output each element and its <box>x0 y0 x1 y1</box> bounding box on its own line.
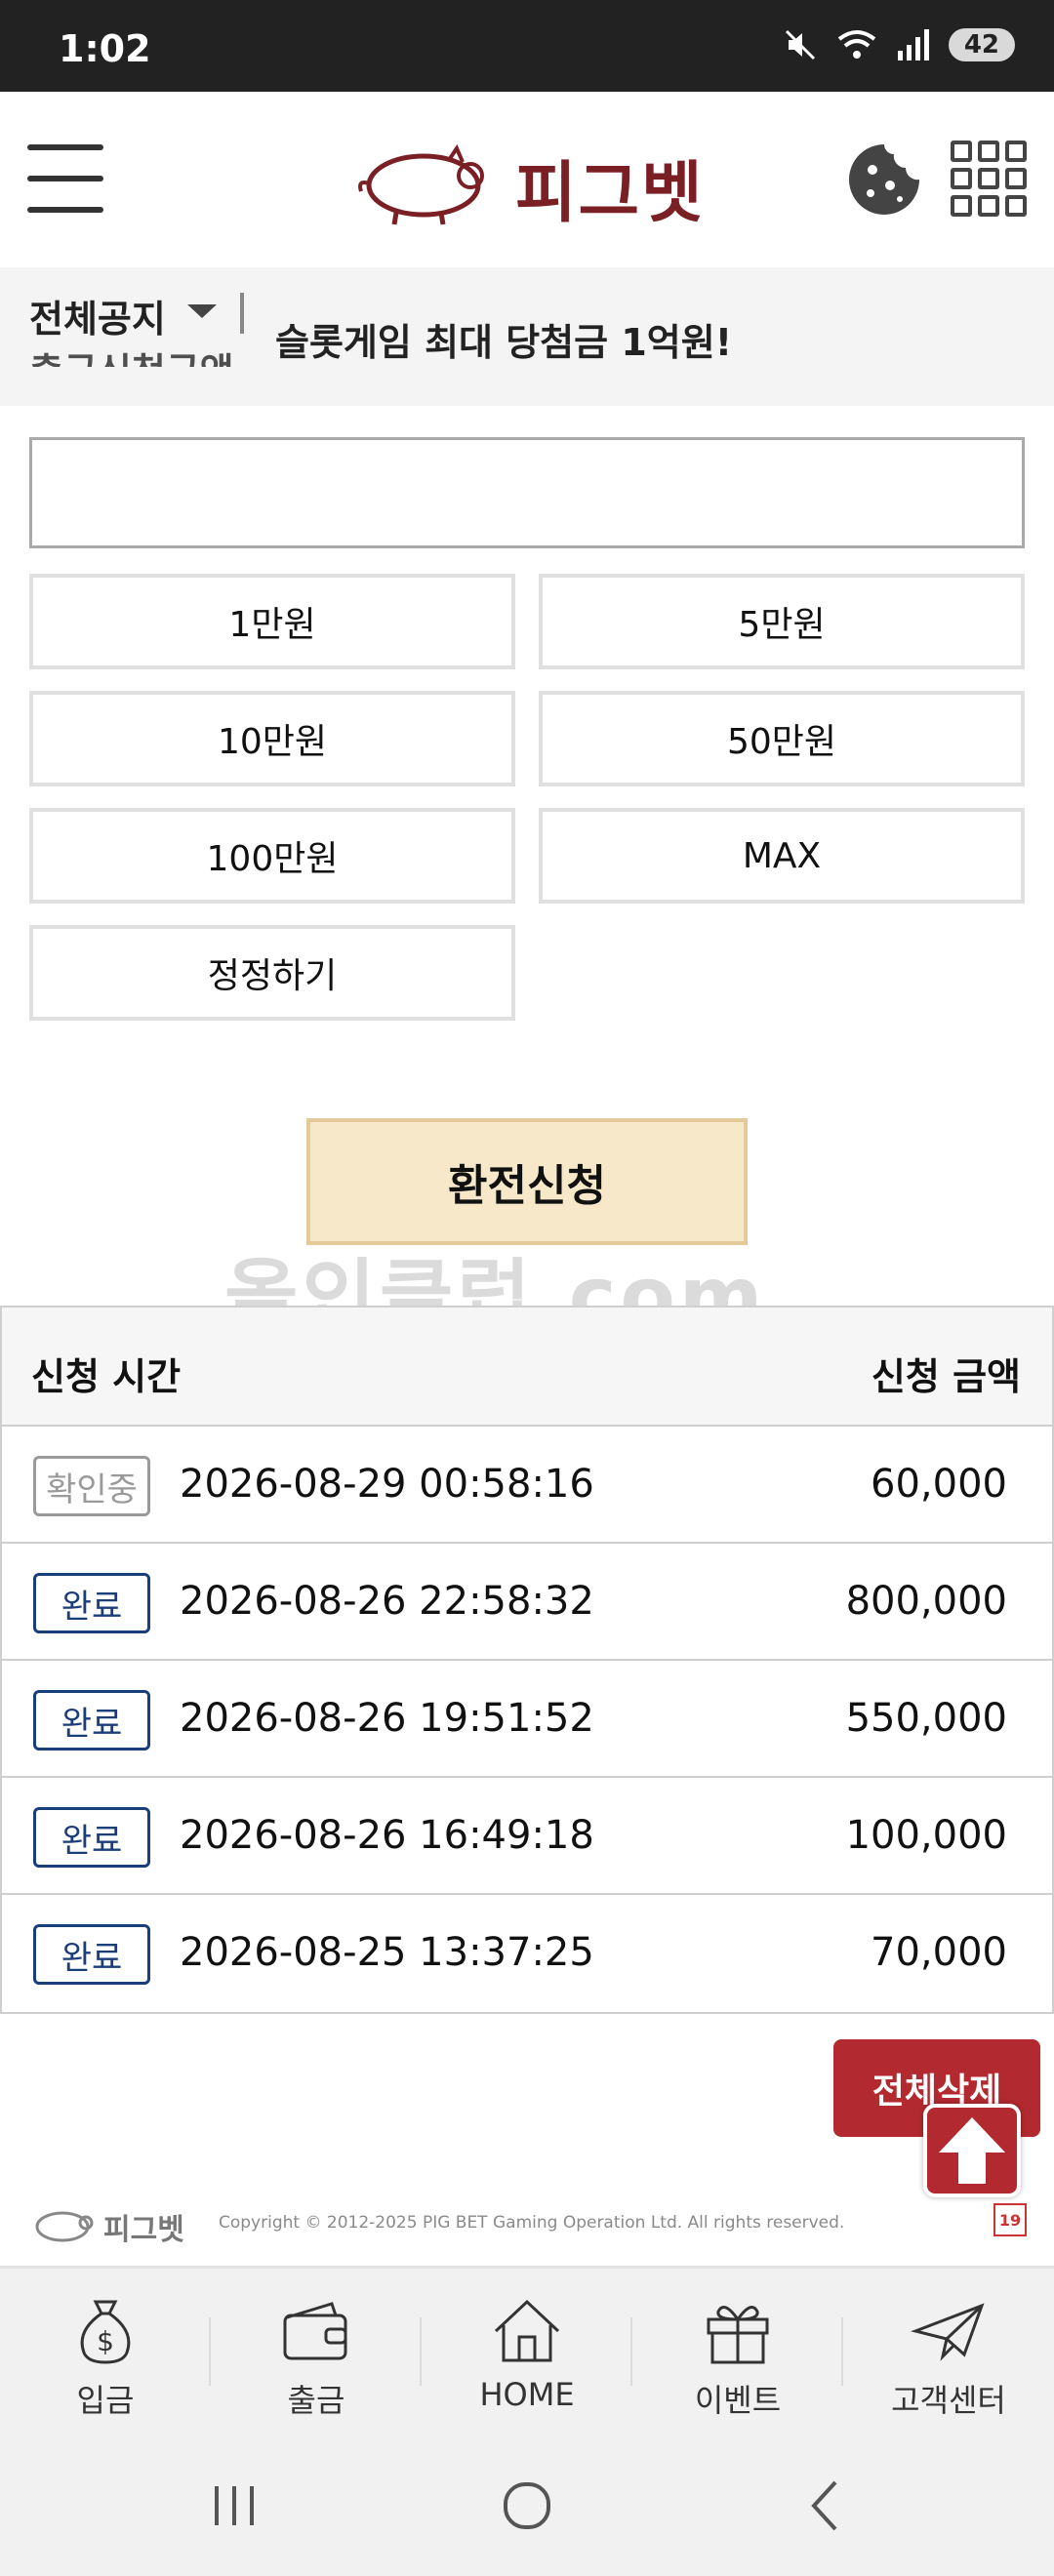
table-row: 확인중 2026-08-29 00:58:16 60,000 <box>2 1427 1052 1544</box>
apps-grid-icon[interactable] <box>951 141 1027 217</box>
site-logo[interactable]: 피그벳 <box>347 131 709 232</box>
header-request-time: 신청 시간 <box>31 1355 182 1398</box>
status-badge: 완료 <box>33 1573 150 1633</box>
table-row: 완료 2026-08-26 19:51:52 550,000 <box>2 1661 1052 1778</box>
nav-home[interactable]: HOME <box>422 2269 632 2435</box>
arrow-up-icon <box>939 2117 1005 2184</box>
wifi-icon <box>837 30 876 59</box>
pig-footer-icon <box>35 2211 94 2242</box>
row-datetime: 2026-08-25 13:37:25 <box>180 1930 594 1975</box>
recent-apps-icon[interactable] <box>205 2476 264 2535</box>
gift-icon <box>707 2306 769 2364</box>
row-amount: 70,000 <box>871 1930 1007 1975</box>
battery-indicator: 42 <box>948 28 1015 61</box>
amount-50man-button[interactable]: 50만원 <box>539 691 1025 786</box>
nav-deposit[interactable]: $ 입금 <box>0 2269 211 2435</box>
copyright-text: Copyright © 2012-2025 PIG BET Gaming Ope… <box>219 2213 845 2233</box>
svg-text:$: $ <box>97 2325 114 2357</box>
row-datetime: 2026-08-26 16:49:18 <box>180 1813 594 1858</box>
header-request-amount: 신청 금액 <box>871 1355 1021 1398</box>
status-time: 1:02 <box>59 27 151 70</box>
row-amount: 60,000 <box>871 1462 1007 1507</box>
status-badge: 완료 <box>33 1690 150 1751</box>
row-datetime: 2026-08-29 00:58:16 <box>180 1462 594 1507</box>
scroll-top-button[interactable] <box>923 2104 1021 2197</box>
age-restriction-badge: 19 <box>993 2203 1027 2236</box>
row-amount: 100,000 <box>845 1813 1007 1858</box>
status-badge: 완료 <box>33 1924 150 1985</box>
section-title-partial: 출금신청금액 <box>29 342 234 367</box>
mute-icon <box>785 29 815 60</box>
notice-divider <box>240 293 244 334</box>
table-row: 완료 2026-08-26 16:49:18 100,000 <box>2 1778 1052 1895</box>
status-badge: 확인중 <box>33 1456 150 1516</box>
row-amount: 800,000 <box>845 1579 1007 1624</box>
caret-down-icon[interactable] <box>187 304 217 318</box>
footer: 피그벳 Copyright © 2012-2025 PIG BET Gaming… <box>0 2194 1054 2262</box>
row-datetime: 2026-08-26 19:51:52 <box>180 1696 594 1741</box>
notice-bar: 출금신청금액 전체공지 슬롯게임 최대 당첨금 1억원! <box>0 267 1054 406</box>
back-icon[interactable] <box>796 2476 855 2535</box>
withdraw-apply-button[interactable]: 환전신청 <box>306 1118 748 1245</box>
status-badge: 완료 <box>33 1807 150 1868</box>
nav-withdraw-label: 출금 <box>287 2382 345 2419</box>
home-icon <box>494 2299 560 2362</box>
bottom-nav: $ 입금 출금 HOME 이벤트 고객센터 <box>0 2266 1054 2435</box>
amount-reset-button[interactable]: 정정하기 <box>29 925 515 1021</box>
amount-10man-button[interactable]: 10만원 <box>29 691 515 786</box>
status-icons: 42 <box>783 27 1015 62</box>
table-header: 신청 시간 신청 금액 <box>2 1308 1052 1427</box>
nav-deposit-label: 입금 <box>76 2382 135 2419</box>
cookie-icon[interactable] <box>845 141 923 219</box>
pig-logo-icon <box>358 143 484 225</box>
money-bag-icon: $ <box>80 2300 131 2364</box>
status-bar: 1:02 42 <box>0 0 1054 92</box>
nav-support-label: 고객센터 <box>891 2382 1006 2419</box>
withdraw-amount-input[interactable] <box>29 437 1025 548</box>
wallet-icon <box>283 2302 347 2360</box>
nav-home-label: HOME <box>479 2376 575 2413</box>
row-datetime: 2026-08-26 22:58:32 <box>180 1579 594 1624</box>
menu-icon[interactable] <box>27 144 103 215</box>
footer-logo-text: 피그벳 <box>103 2213 184 2247</box>
table-row: 완료 2026-08-26 22:58:32 800,000 <box>2 1544 1052 1661</box>
home-circle-icon[interactable] <box>498 2476 556 2535</box>
app-header: 피그벳 <box>0 92 1054 267</box>
amount-max-button[interactable]: MAX <box>539 808 1025 904</box>
amount-1man-button[interactable]: 1만원 <box>29 574 515 669</box>
withdraw-history-table: 신청 시간 신청 금액 확인중 2026-08-29 00:58:16 60,0… <box>0 1306 1054 2014</box>
signal-icon <box>897 29 929 60</box>
logo-text: 피그벳 <box>515 155 705 232</box>
notice-message[interactable]: 슬롯게임 최대 당첨금 1억원! <box>275 312 732 366</box>
amount-100man-button[interactable]: 100만원 <box>29 808 515 904</box>
table-row: 완료 2026-08-25 13:37:25 70,000 <box>2 1895 1052 2012</box>
notice-category-select[interactable]: 전체공지 <box>29 289 166 342</box>
system-nav-bar <box>0 2435 1054 2576</box>
nav-event-label: 이벤트 <box>694 2382 782 2419</box>
nav-event[interactable]: 이벤트 <box>632 2269 843 2435</box>
paper-plane-icon <box>911 2303 985 2361</box>
nav-support[interactable]: 고객센터 <box>843 2269 1054 2435</box>
nav-withdraw[interactable]: 출금 <box>211 2269 422 2435</box>
amount-5man-button[interactable]: 5만원 <box>539 574 1025 669</box>
row-amount: 550,000 <box>845 1696 1007 1741</box>
